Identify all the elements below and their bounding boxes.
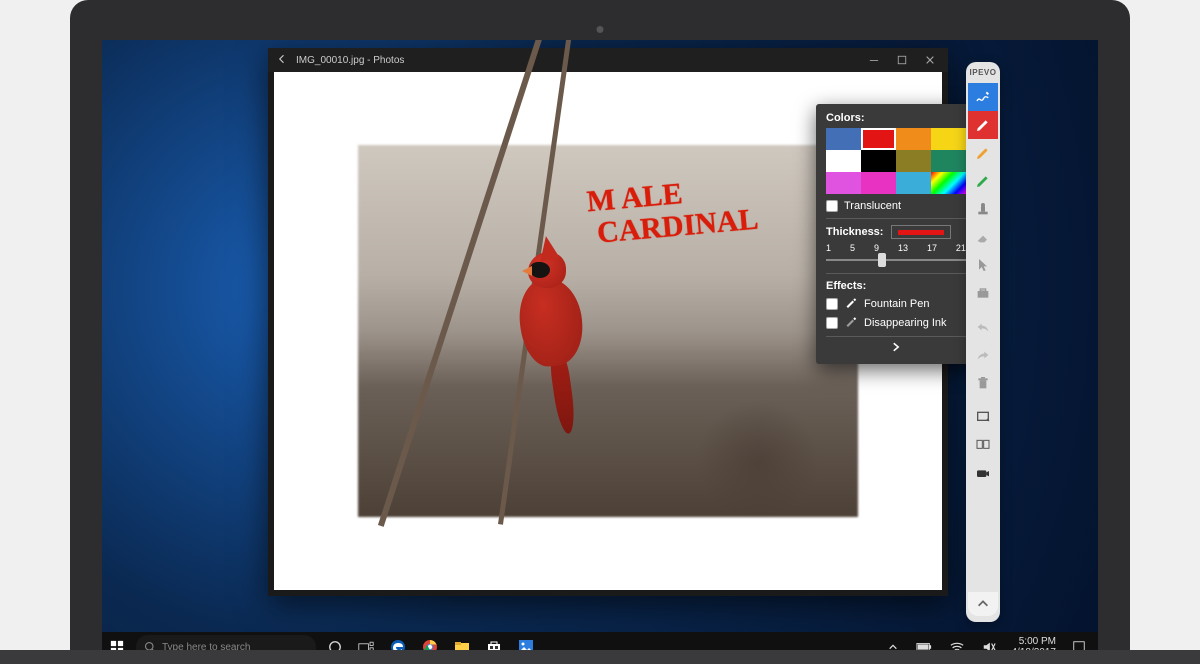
color-swatch[interactable] xyxy=(826,128,861,150)
cursor-tool-button[interactable] xyxy=(968,251,998,279)
color-swatch[interactable] xyxy=(826,172,861,194)
ipevo-toolbar: IPEVO xyxy=(966,62,1000,622)
color-swatch[interactable] xyxy=(931,150,966,172)
redo-button[interactable] xyxy=(968,341,998,369)
whiteboard-button[interactable] xyxy=(968,403,998,431)
panel-next-button[interactable] xyxy=(826,336,966,360)
undo-button[interactable] xyxy=(968,313,998,341)
fountain-pen-icon xyxy=(844,296,858,311)
thickness-preview xyxy=(891,225,951,239)
color-swatch[interactable] xyxy=(931,172,966,194)
fountain-pen-checkbox[interactable] xyxy=(826,298,838,310)
line-tool-button[interactable] xyxy=(968,167,998,195)
thickness-slider[interactable] xyxy=(826,253,966,267)
minimize-button[interactable] xyxy=(860,48,888,72)
translucent-label: Translucent xyxy=(844,200,901,212)
color-swatch[interactable] xyxy=(896,150,931,172)
webcam-dot xyxy=(597,26,604,33)
back-button[interactable] xyxy=(272,53,292,68)
color-swatch[interactable] xyxy=(861,128,896,150)
thickness-heading: Thickness: xyxy=(826,226,883,238)
color-swatch[interactable] xyxy=(861,150,896,172)
disappearing-ink-icon xyxy=(844,315,858,330)
fountain-pen-label: Fountain Pen xyxy=(864,298,929,310)
color-swatch[interactable] xyxy=(826,150,861,172)
translucent-checkbox[interactable] xyxy=(826,200,838,212)
laptop-frame: IMG_00010.jpg - Photos xyxy=(70,0,1130,662)
annotation-settings-panel: Colors: Translucent Thickness: 159131721… xyxy=(816,104,976,364)
photo-image: M ALE CARDINAL xyxy=(358,145,858,517)
color-swatch[interactable] xyxy=(931,128,966,150)
cardinal-bird xyxy=(498,234,618,434)
stamp-tool-button[interactable] xyxy=(968,195,998,223)
disappearing-ink-checkbox[interactable] xyxy=(826,317,838,329)
trash-button[interactable] xyxy=(968,369,998,397)
color-swatch[interactable] xyxy=(896,128,931,150)
eraser-tool-button[interactable] xyxy=(968,223,998,251)
camera-button[interactable] xyxy=(968,459,998,487)
desktop-screen: IMG_00010.jpg - Photos xyxy=(102,40,1098,662)
maximize-button[interactable] xyxy=(888,48,916,72)
photos-titlebar: IMG_00010.jpg - Photos xyxy=(268,48,948,72)
window-title: IMG_00010.jpg - Photos xyxy=(292,55,860,66)
multi-board-button[interactable] xyxy=(968,431,998,459)
disappearing-ink-label: Disappearing Ink xyxy=(864,317,947,329)
color-swatch[interactable] xyxy=(861,172,896,194)
thickness-tick-labels: 159131721 xyxy=(826,243,966,253)
ipevo-logo: IPEVO xyxy=(970,68,997,77)
pen-tool-button[interactable] xyxy=(968,111,998,139)
highlighter-tool-button[interactable] xyxy=(968,139,998,167)
color-swatch[interactable] xyxy=(896,172,931,194)
color-swatch-grid xyxy=(826,128,966,194)
effects-heading: Effects: xyxy=(826,280,966,292)
toolbox-button[interactable] xyxy=(968,279,998,307)
thickness-slider-thumb[interactable] xyxy=(878,253,886,267)
freehand-tool-button[interactable] xyxy=(968,83,998,111)
close-button[interactable] xyxy=(916,48,944,72)
colors-heading: Colors: xyxy=(826,112,966,124)
collapse-toolbar-button[interactable] xyxy=(968,592,998,616)
